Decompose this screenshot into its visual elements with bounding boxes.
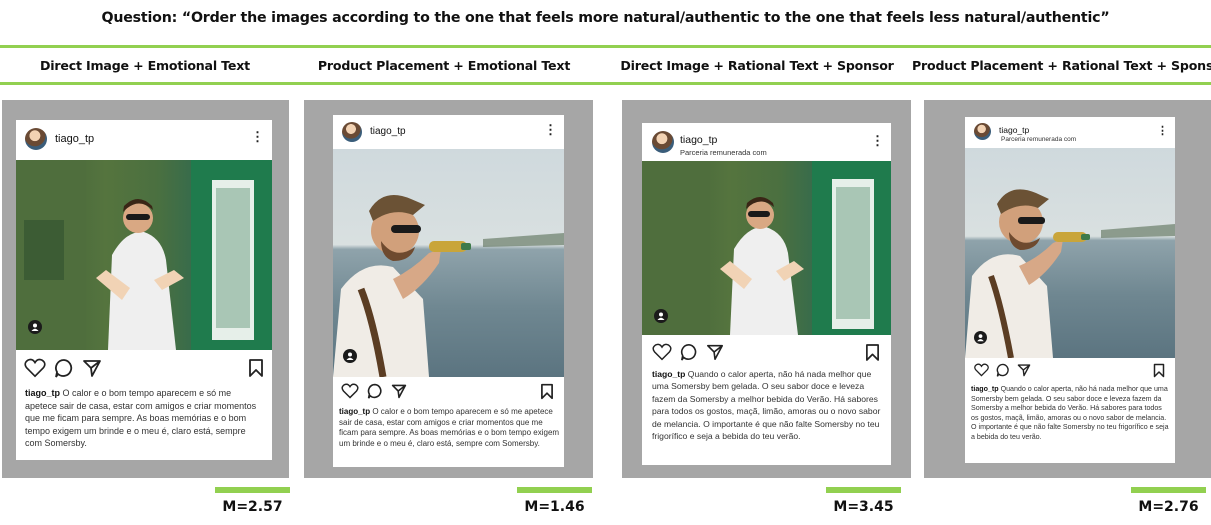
caption-username[interactable]: tiago_tp	[971, 385, 999, 393]
instagram-post-1: tiago_tp ⋮ tiago_tp O calor e o bom temp…	[16, 120, 272, 460]
post-photo	[642, 161, 891, 335]
post-username[interactable]: tiago_tp	[999, 125, 1029, 135]
sponsor-label: Parceria remunerada com	[680, 148, 767, 157]
caption-text: O calor e o bom tempo aparecem e só me a…	[25, 388, 257, 448]
caption-username[interactable]: tiago_tp	[652, 369, 685, 379]
post-caption: tiago_tp O calor e o bom tempo aparecem …	[25, 387, 261, 450]
heart-icon[interactable]	[974, 363, 989, 377]
user-tag-icon[interactable]	[974, 331, 987, 344]
post-username[interactable]: tiago_tp	[370, 126, 406, 137]
post-mockup-panel-3: tiago_tp Parceria remunerada com ⋮ tiago…	[622, 100, 911, 478]
post-username[interactable]: tiago_tp	[55, 133, 94, 145]
post-caption: tiago_tp O calor e o bom tempo aparecem …	[339, 407, 561, 449]
column-label-3: Direct Image + Rational Text + Sponsor	[620, 58, 894, 73]
more-options-icon[interactable]: ⋮	[544, 123, 557, 136]
avatar	[652, 131, 674, 153]
instagram-post-4: tiago_tp Parceria remunerada com ⋮ tiago…	[965, 117, 1175, 463]
caption-username[interactable]: tiago_tp	[339, 407, 370, 416]
mean-bar-3	[826, 487, 901, 493]
post-mockup-panel-4: tiago_tp Parceria remunerada com ⋮ tiago…	[924, 100, 1211, 478]
bookmark-icon[interactable]	[1153, 363, 1165, 378]
user-tag-icon[interactable]	[28, 320, 42, 334]
avatar	[25, 128, 47, 150]
sponsor-label: Parceria remunerada com	[1001, 136, 1077, 143]
heart-icon[interactable]	[24, 358, 46, 378]
mean-score-1: M=2.57	[222, 499, 283, 515]
caption-username[interactable]: tiago_tp	[25, 388, 60, 398]
post-mockup-panel-2: tiago_tp ⋮ tiago_tp O calor e o bom temp…	[304, 100, 593, 478]
user-tag-icon[interactable]	[343, 349, 357, 363]
comment-icon[interactable]	[680, 343, 698, 361]
more-options-icon[interactable]: ⋮	[1157, 126, 1168, 137]
post-caption: tiago_tp Quando o calor aperta, não há n…	[652, 368, 886, 442]
post-mockup-panel-1: tiago_tp ⋮ tiago_tp O calor e o bom temp…	[2, 100, 289, 478]
post-caption: tiago_tp Quando o calor aperta, não há n…	[971, 385, 1171, 443]
comment-icon[interactable]	[996, 363, 1010, 377]
column-label-4: Product Placement + Rational Text + Spon…	[912, 58, 1211, 73]
more-options-icon[interactable]: ⋮	[251, 130, 264, 143]
divider-top	[0, 45, 1211, 48]
bookmark-icon[interactable]	[865, 343, 880, 362]
post-photo	[16, 160, 272, 350]
post-username[interactable]: tiago_tp	[680, 134, 717, 146]
mean-score-4: M=2.76	[1138, 499, 1199, 515]
caption-text: Quando o calor aperta, não há nada melho…	[652, 369, 881, 442]
caption-text: Quando o calor aperta, não há nada melho…	[971, 385, 1169, 441]
mean-score-3: M=3.45	[833, 499, 894, 515]
instagram-post-2: tiago_tp ⋮ tiago_tp O calor e o bom temp…	[333, 115, 564, 467]
mean-score-2: M=1.46	[524, 499, 585, 515]
share-icon[interactable]	[706, 343, 724, 361]
share-icon[interactable]	[391, 383, 407, 399]
user-tag-icon[interactable]	[654, 309, 668, 323]
question-title: Question: “Order the images according to…	[101, 10, 1110, 26]
instagram-post-3: tiago_tp Parceria remunerada com ⋮ tiago…	[642, 123, 891, 465]
column-label-2: Product Placement + Emotional Text	[317, 58, 571, 73]
mean-bar-1	[215, 487, 290, 493]
caption-text: O calor e o bom tempo aparecem e só me a…	[339, 407, 560, 448]
mean-bar-4	[1131, 487, 1206, 493]
bookmark-icon[interactable]	[248, 358, 264, 378]
mean-bar-2	[517, 487, 592, 493]
avatar	[342, 122, 362, 142]
more-options-icon[interactable]: ⋮	[871, 134, 884, 147]
divider-bottom	[0, 82, 1211, 85]
share-icon[interactable]	[82, 358, 102, 378]
post-photo	[965, 148, 1175, 358]
bookmark-icon[interactable]	[540, 383, 554, 400]
post-photo	[333, 149, 564, 377]
comment-icon[interactable]	[54, 358, 74, 378]
heart-icon[interactable]	[341, 383, 359, 399]
avatar	[974, 123, 991, 140]
comment-icon[interactable]	[367, 383, 383, 399]
column-label-1: Direct Image + Emotional Text	[40, 58, 250, 73]
heart-icon[interactable]	[652, 343, 672, 361]
share-icon[interactable]	[1017, 363, 1031, 377]
